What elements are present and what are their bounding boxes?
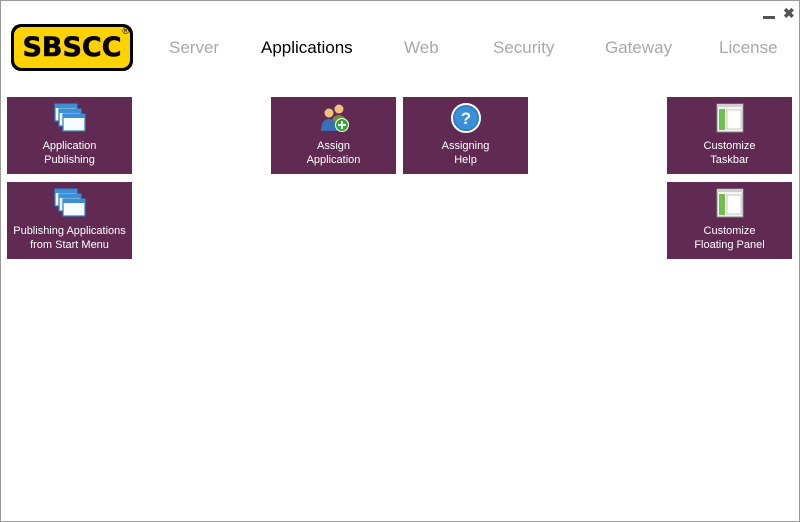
tile-label: Application Publishing (42, 140, 97, 166)
tab-applications[interactable]: Applications (261, 38, 353, 58)
floating-panel-icon (716, 188, 743, 218)
tab-web[interactable]: Web (404, 38, 439, 58)
customize-floating-panel-tile[interactable]: Customize Floating Panel (667, 182, 792, 259)
assign-application-tile[interactable]: Assign Application (271, 97, 396, 174)
tile-label: Assign Application (306, 140, 361, 166)
tab-server[interactable]: Server (169, 38, 219, 58)
tile-label: Assigning Help (441, 140, 490, 166)
main-nav: Server Applications Web Security Gateway… (1, 38, 800, 62)
close-button[interactable]: ✖ (783, 6, 795, 20)
application-publishing-tile[interactable]: Application Publishing (7, 97, 132, 174)
taskbar-icon (716, 103, 743, 133)
users-add-icon (320, 104, 349, 132)
svg-text:?: ? (460, 109, 470, 128)
tab-gateway[interactable]: Gateway (605, 38, 672, 58)
app-window: SBSCC ® Server Applications Web Security… (0, 0, 800, 522)
help-icon: ? (450, 103, 481, 133)
tile-label: Customize Taskbar (703, 140, 756, 166)
assigning-help-tile[interactable]: ? Assigning Help (403, 97, 528, 174)
windows-stack-icon (53, 103, 86, 132)
publishing-start-menu-tile[interactable]: Publishing Applications from Start Menu (7, 182, 132, 259)
tab-license[interactable]: License (719, 38, 778, 58)
registered-mark: ® (122, 26, 129, 36)
tile-label: Publishing Applications from Start Menu (13, 225, 126, 251)
windows-stack-icon (53, 188, 86, 217)
minimize-icon (763, 16, 775, 19)
customize-taskbar-tile[interactable]: Customize Taskbar (667, 97, 792, 174)
tab-security[interactable]: Security (493, 38, 554, 58)
tile-label: Customize Floating Panel (694, 225, 765, 251)
minimize-button[interactable] (763, 6, 775, 20)
close-icon: ✖ (783, 5, 795, 21)
